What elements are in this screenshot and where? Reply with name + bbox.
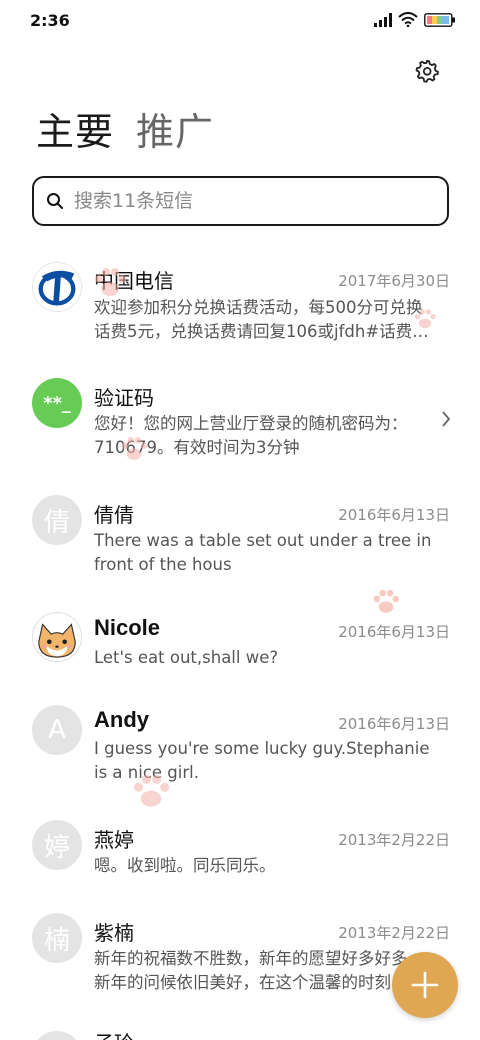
avatar: 楠 xyxy=(32,913,82,963)
chevron-right-icon xyxy=(440,410,452,432)
status-time: 2:36 xyxy=(30,11,70,30)
preview-line: 嗯。收到啦。同乐同乐。 xyxy=(94,856,276,875)
contact-name: 倩倩 xyxy=(94,503,134,527)
preview-line: Let's eat out,shall we? xyxy=(94,648,279,667)
list-item[interactable]: 婷 燕婷 2013年2月22日 嗯。收到啦。同乐同乐。 xyxy=(0,810,480,900)
list-item[interactable]: 子玲 xyxy=(0,1025,480,1040)
preview-line: is a nice girl. xyxy=(94,763,199,782)
avatar: 婷 xyxy=(32,820,82,870)
list-item[interactable]: Nicole 2016年6月13日 Let's eat out,shall we… xyxy=(0,602,480,692)
preview-line: 话费5元，兑换话费请回复106或jfdh#话费… xyxy=(94,322,429,341)
contact-name: 中国电信 xyxy=(94,269,174,293)
message-preview: 您好！您的网上营业厅登录的随机密码为： 710679。有效时间为3分钟 xyxy=(94,412,434,460)
message-date: 2016年6月13日 xyxy=(338,715,450,733)
message-preview: 嗯。收到啦。同乐同乐。 xyxy=(94,854,449,878)
list-item[interactable]: A Andy 2016年6月13日 I guess you're some lu… xyxy=(0,695,480,805)
message-date: 2013年2月22日 xyxy=(338,924,450,942)
avatar xyxy=(32,262,82,312)
message-date: 2013年2月22日 xyxy=(338,831,450,849)
contact-name: 燕婷 xyxy=(94,828,134,852)
preview-line: I guess you're some lucky guy.Stephanie xyxy=(94,739,430,758)
message-date: 2016年6月13日 xyxy=(338,506,450,524)
list-item[interactable]: **_ 验证码 您好！您的网上营业厅登录的随机密码为： 710679。有效时间为… xyxy=(0,368,480,478)
tab-promotions[interactable]: 推广 xyxy=(136,108,214,156)
settings-button[interactable] xyxy=(412,56,442,86)
avatar: **_ xyxy=(32,378,82,428)
china-telecom-logo-icon xyxy=(38,270,76,306)
preview-line: front of the hous xyxy=(94,555,232,574)
cat-avatar-icon xyxy=(33,613,81,661)
signal-icon xyxy=(374,12,392,31)
preview-line: 您好！您的网上营业厅登录的随机密码为： xyxy=(94,414,408,433)
contact-name: 子玲 xyxy=(94,1027,134,1040)
list-item[interactable]: 倩 倩倩 2016年6月13日 There was a table set ou… xyxy=(0,485,480,595)
search-bar[interactable] xyxy=(32,176,449,226)
wifi-icon xyxy=(398,12,418,31)
preview-line: 欢迎参加积分兑换话费活动，每500分可兑换 xyxy=(94,298,423,317)
preview-line: There was a table set out under a tree i… xyxy=(94,531,432,550)
preview-line: 710679。有效时间为3分钟 xyxy=(94,438,300,457)
contact-name: Andy xyxy=(94,707,149,732)
message-date: 2017年6月30日 xyxy=(338,272,450,290)
tab-bar: 主要 推广 xyxy=(36,108,214,156)
avatar: 倩 xyxy=(32,495,82,545)
message-preview: I guess you're some lucky guy.Stephanie … xyxy=(94,737,449,785)
avatar xyxy=(32,612,82,662)
battery-icon xyxy=(424,12,456,31)
message-date: 2016年6月13日 xyxy=(338,623,450,641)
contact-name: 紫楠 xyxy=(94,921,134,945)
avatar: A xyxy=(32,705,82,755)
status-bar: 2:36 xyxy=(0,0,480,42)
search-icon xyxy=(47,193,63,209)
message-preview: 欢迎参加积分兑换话费活动，每500分可兑换 话费5元，兑换话费请回复106或jf… xyxy=(94,296,449,344)
new-message-button[interactable] xyxy=(392,952,458,1018)
message-preview: Let's eat out,shall we? xyxy=(94,646,449,670)
contact-name: 验证码 xyxy=(94,386,154,410)
search-input[interactable] xyxy=(74,190,414,212)
gear-icon xyxy=(415,59,439,83)
contact-name: Nicole xyxy=(94,615,161,640)
list-item[interactable]: 中国电信 2017年6月30日 欢迎参加积分兑换话费活动，每500分可兑换 话费… xyxy=(0,250,480,360)
tab-main[interactable]: 主要 xyxy=(36,108,114,156)
avatar xyxy=(32,1031,82,1040)
message-preview: There was a table set out under a tree i… xyxy=(94,529,449,577)
status-icons xyxy=(374,12,456,31)
plus-icon xyxy=(411,971,439,999)
